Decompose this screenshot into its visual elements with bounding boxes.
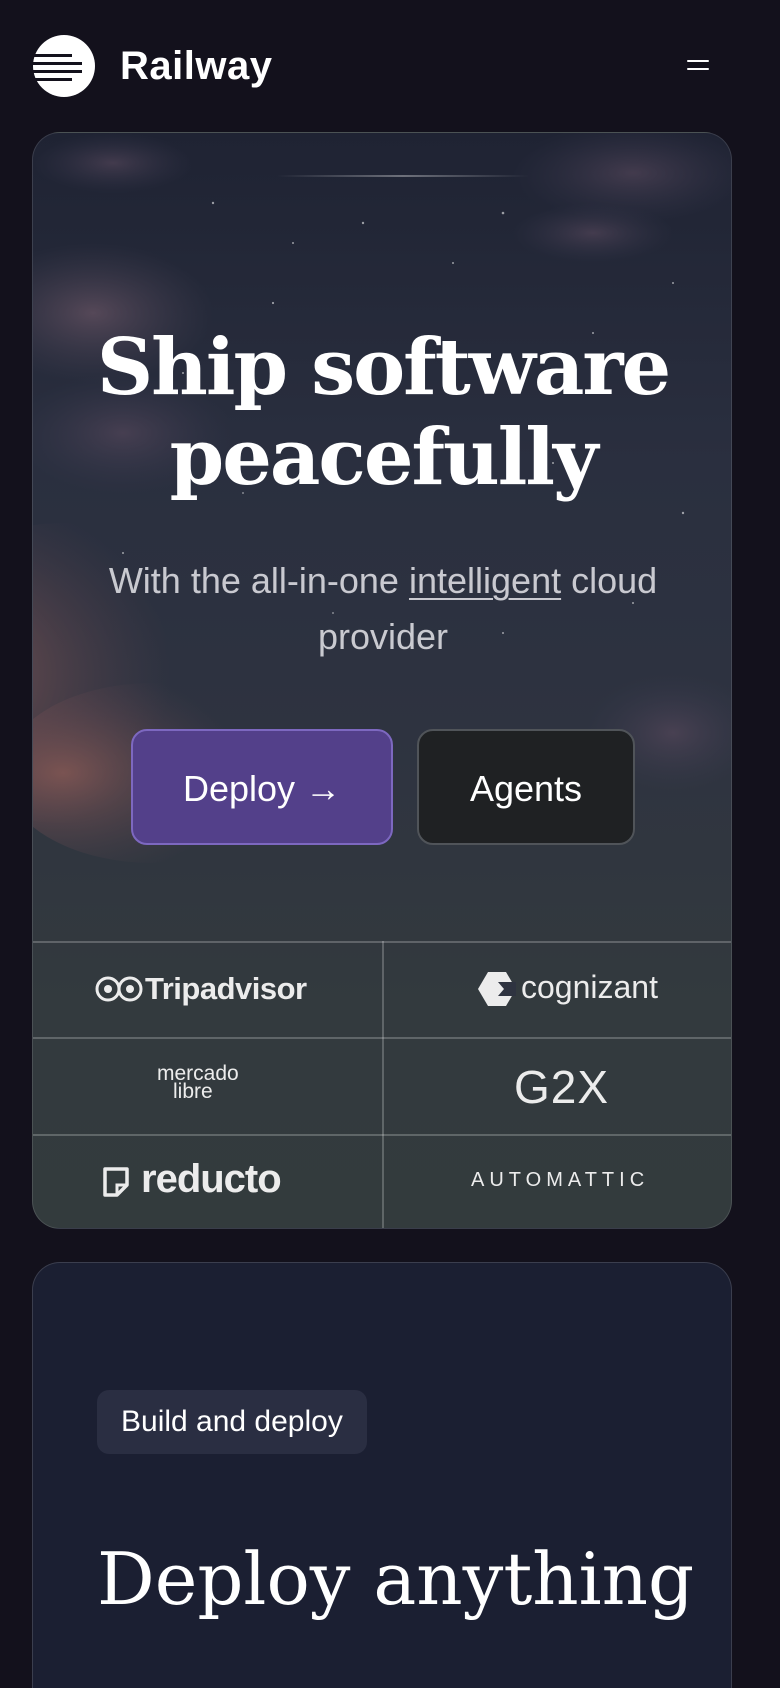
hero-title: Ship software peacefully [96, 322, 671, 503]
section-title: Deploy anything [97, 1537, 695, 1621]
intelligent-link[interactable]: intelligent [409, 560, 561, 601]
g2x-wordmark: G2X [514, 1061, 610, 1113]
cognizant-wordmark: cognizant [521, 969, 658, 1005]
build-deploy-card: Build and deploy Deploy anything [32, 1262, 732, 1688]
owl-eyes-icon [95, 976, 143, 1002]
agents-button[interactable]: Agents [417, 729, 635, 845]
subtitle-text-start: With the all-in-one [108, 560, 399, 601]
automattic-wordmark: AUTOMATTIC [471, 1169, 650, 1191]
railway-logo-icon[interactable] [32, 34, 96, 98]
g2x-logo: G2X [383, 1038, 731, 1134]
tripadvisor-wordmark: Tripadvisor [145, 971, 307, 1006]
hero-card: Ship software peacefully With the all-in… [32, 132, 732, 1229]
hero-divider [277, 175, 529, 177]
cognizant-mark-icon [478, 972, 516, 1006]
reducto-wordmark: reducto [141, 1157, 282, 1201]
brand-name[interactable]: Railway [120, 40, 272, 92]
page: Railway Ship software peacefully With th… [0, 0, 780, 1688]
reducto-mark-icon [103, 1167, 129, 1197]
reducto-logo: reducto [33, 1135, 383, 1228]
section-badge: Build and deploy [97, 1390, 367, 1454]
top-nav: Railway [0, 0, 780, 132]
hamburger-menu-icon[interactable] [680, 52, 716, 80]
mercado-libre-logo: mercado libre [33, 1038, 383, 1134]
customer-logos-grid: Tripadvisor cognizant mercado libre G2X [33, 941, 731, 1228]
hero-subtitle: With the all-in-one intelligent cloud pr… [73, 553, 693, 665]
libre-wordmark: libre [173, 1080, 213, 1103]
cognizant-logo: cognizant [383, 941, 731, 1037]
tripadvisor-logo: Tripadvisor [33, 941, 383, 1037]
automattic-logo: AUTOMATTIC [383, 1135, 731, 1228]
deploy-button[interactable]: Deploy → [131, 729, 393, 845]
